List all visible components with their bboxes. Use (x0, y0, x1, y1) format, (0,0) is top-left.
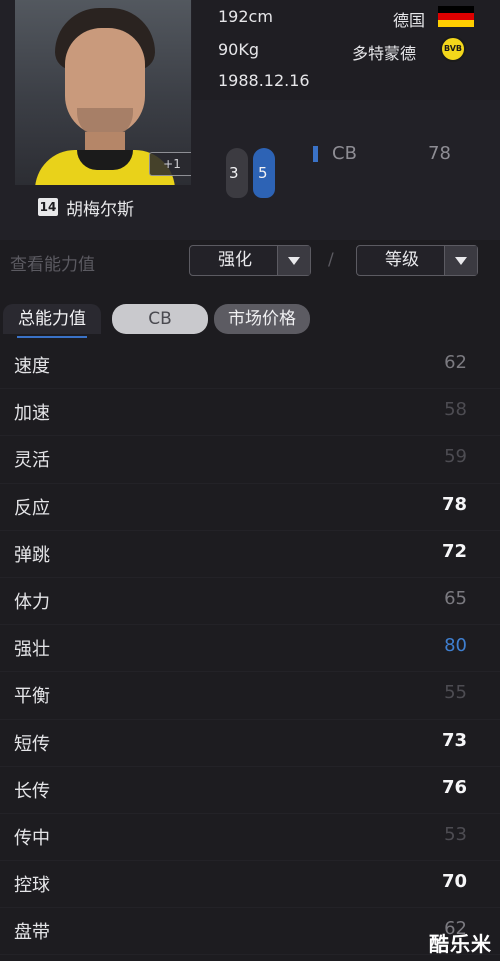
stat-name: 短传 (14, 733, 50, 755)
stat-name: 平衡 (14, 686, 50, 708)
stat-value: 59 (444, 446, 467, 468)
stat-row: 短传 73 (0, 720, 500, 767)
stat-value: 65 (444, 587, 467, 609)
stat-name: 长传 (14, 780, 50, 802)
stat-list: 速度 62 加速 58 灵活 59 反应 78 弹跳 72 体力 65 强壮 80 平衡 55 短传 73 长传 76… (0, 342, 500, 956)
level-dropdown[interactable]: 等级 (356, 245, 478, 276)
position-marker (313, 146, 318, 162)
stat-filter-row: 查看能力值 强化 / 等级 (0, 240, 500, 290)
player-nationality: 德国 (393, 11, 426, 30)
stat-value: 55 (444, 682, 467, 704)
stat-name: 反应 (14, 497, 50, 519)
right-foot-rating: 5 (258, 164, 268, 182)
stat-name: 强壮 (14, 639, 50, 661)
position-label: CB (332, 143, 357, 164)
stat-value: 62 (444, 352, 467, 373)
player-club: 多特蒙德 (352, 44, 417, 63)
stat-name: 体力 (14, 591, 50, 613)
stat-value: 70 (441, 871, 467, 893)
level-dropdown-value: 等级 (385, 250, 419, 270)
stat-row: 平衡 55 (0, 672, 500, 720)
stat-row: 控球 70 (0, 861, 500, 909)
upgrade-badge: +1 (149, 152, 191, 176)
stat-row: 加速 58 (0, 389, 500, 437)
tab-market-price[interactable]: 市场价格 (214, 304, 310, 334)
stat-name: 速度 (14, 356, 50, 377)
stat-row: 灵活 59 (0, 436, 500, 484)
watermark: 酷乐米 (429, 932, 492, 956)
stat-row: 强壮 80 (0, 625, 500, 673)
club-logo-icon: BVB (440, 36, 466, 62)
stat-row: 长传 76 (0, 767, 500, 814)
stat-name: 控球 (14, 875, 50, 897)
stat-name: 灵活 (14, 450, 50, 472)
tab-overall[interactable]: 总能力值 (3, 304, 101, 338)
tab-cb[interactable]: CB (112, 304, 208, 334)
stat-name: 盘带 (14, 922, 50, 944)
stat-name: 传中 (14, 827, 50, 849)
enhance-dropdown-value: 强化 (218, 250, 252, 270)
player-photo[interactable]: +1 (15, 0, 191, 185)
position-rating: 78 (428, 143, 451, 164)
stat-value: 53 (444, 823, 467, 845)
stat-value: 76 (441, 776, 467, 798)
player-height: 192cm (218, 7, 273, 26)
chevron-down-icon[interactable] (277, 246, 310, 275)
filter-separator: / (328, 250, 334, 270)
player-weight: 90Kg (218, 40, 260, 59)
stat-value: 73 (441, 729, 467, 751)
stat-name: 加速 (14, 403, 50, 425)
stat-row: 弹跳 72 (0, 531, 500, 578)
stat-value: 58 (444, 399, 467, 421)
stat-row: 盘带 62 (0, 908, 500, 956)
stat-value: 80 (444, 635, 467, 657)
stat-name: 弹跳 (14, 544, 50, 566)
chevron-down-icon[interactable] (444, 246, 477, 275)
player-header: +1 14 胡梅尔斯 192cm 90Kg 1988.12.16 德国 多特蒙德… (0, 0, 500, 240)
stat-value: 72 (441, 540, 467, 562)
stat-row: 传中 53 (0, 814, 500, 862)
left-foot-rating: 3 (229, 164, 239, 182)
stat-row: 体力 65 (0, 578, 500, 626)
player-name: 胡梅尔斯 (66, 199, 134, 220)
preferred-foot: 3 5 (222, 142, 282, 202)
stat-tabs: 总能力值 CB 市场价格 (0, 300, 500, 342)
stat-value: 78 (441, 493, 467, 515)
stat-row: 反应 78 (0, 484, 500, 531)
player-birthdate: 1988.12.16 (218, 71, 310, 90)
jersey-number: 14 (38, 198, 58, 216)
germany-flag-icon (438, 6, 474, 27)
enhance-dropdown[interactable]: 强化 (189, 245, 311, 276)
player-name-row: 14 胡梅尔斯 (38, 196, 134, 220)
stat-row: 速度 62 (0, 342, 500, 390)
filter-label: 查看能力值 (10, 255, 95, 275)
